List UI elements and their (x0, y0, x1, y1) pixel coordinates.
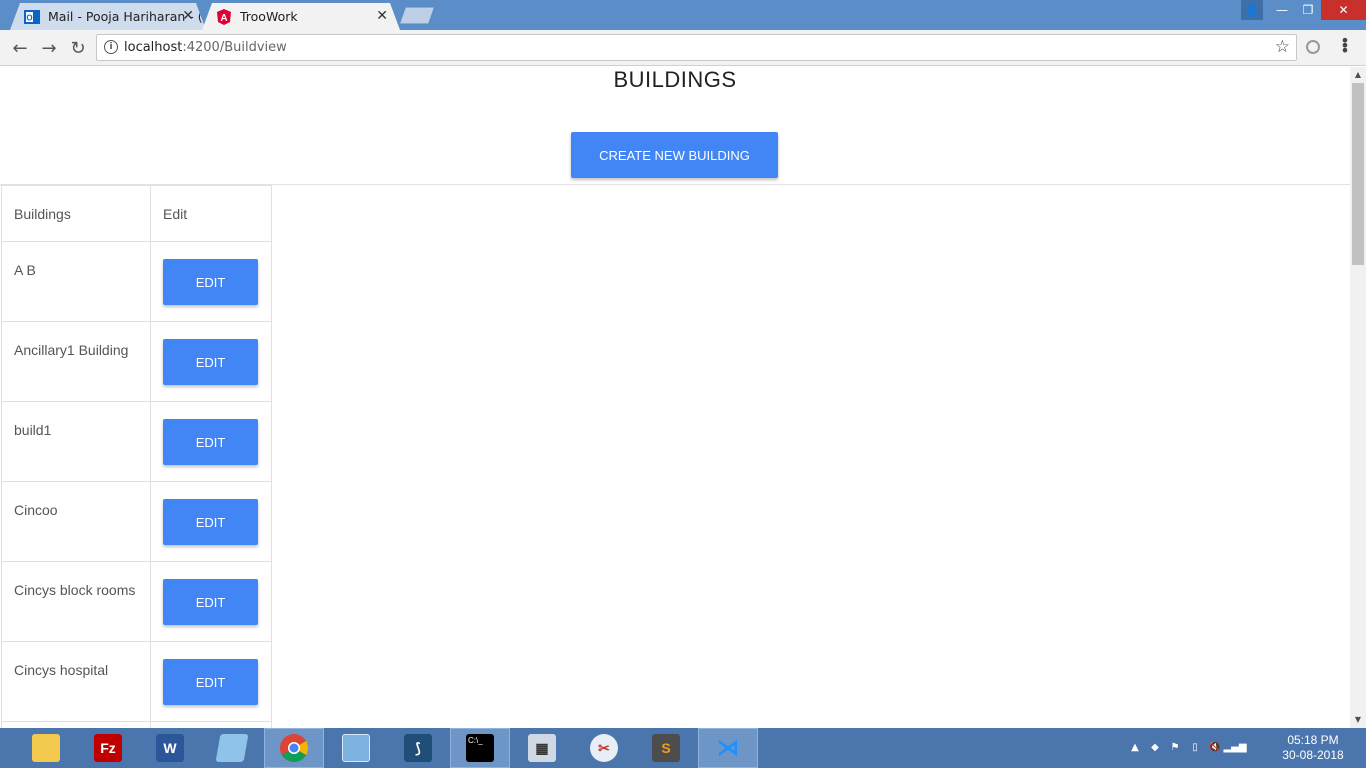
building-name-cell: Cincys hospital (1, 641, 151, 722)
tray-expand-icon[interactable]: ▲ (1128, 740, 1142, 754)
extension-icon[interactable] (1306, 40, 1320, 54)
column-header-buildings: Buildings (1, 185, 151, 242)
scroll-thumb[interactable] (1352, 83, 1364, 265)
battery-icon[interactable]: ▯ (1188, 740, 1202, 754)
tab-troowork[interactable]: A TrooWork ✕ (202, 3, 400, 30)
building-name-cell: build1 (1, 401, 151, 482)
new-tab-button[interactable] (400, 7, 434, 24)
table-row: Cincoo EDIT (1, 481, 272, 562)
vscode-icon: ⋊ (717, 735, 739, 760)
edit-button[interactable]: EDIT (163, 419, 258, 465)
tab-mail[interactable]: O Mail - Pooja Hariharan - ( ✕ (10, 3, 206, 30)
tab-mail-title: Mail - Pooja Hariharan - ( (48, 9, 203, 24)
address-bar[interactable]: i localhost:4200/Buildview ☆ (96, 34, 1297, 61)
edit-button[interactable]: EDIT (163, 659, 258, 705)
chrome-menu-icon[interactable]: • • • (1340, 33, 1350, 59)
url-host: localhost (124, 40, 183, 55)
network-signal-icon[interactable]: ▂▄▆ (1223, 740, 1246, 754)
svg-text:A: A (220, 13, 227, 24)
column-header-edit: Edit (150, 185, 272, 242)
buildings-table: Buildings Edit A B EDIT Ancillary1 Build… (1, 185, 272, 728)
info-icon[interactable]: i (104, 40, 118, 54)
taskbar-sublime-text[interactable]: S (636, 728, 696, 768)
taskbar-filezilla[interactable]: Fz (78, 728, 138, 768)
page-title: BUILDINGS (613, 67, 737, 92)
sublime-text-icon: S (652, 734, 680, 762)
scroll-up-icon[interactable]: ▲ (1350, 68, 1366, 82)
edit-button[interactable]: EDIT (163, 339, 258, 385)
svg-text:O: O (26, 14, 32, 23)
bookmark-star-icon[interactable]: ☆ (1275, 37, 1290, 57)
tray-app-icon[interactable]: ◆ (1148, 740, 1162, 754)
calculator-icon: ▦ (528, 734, 556, 762)
reload-icon[interactable]: ↻ (66, 36, 90, 60)
notepad-icon (215, 734, 249, 762)
window-close-icon[interactable]: ✕ (1321, 0, 1366, 20)
word-icon: W (156, 734, 184, 762)
building-name-cell: A B (1, 241, 151, 322)
create-new-building-button[interactable]: CREATE NEW BUILDING (571, 132, 778, 178)
taskbar-clock[interactable]: 05:18 PM 30-08-2018 (1278, 733, 1348, 763)
building-name-cell: Ancillary1 Building (1, 321, 151, 402)
building-name-cell: Cincys block rooms (1, 561, 151, 642)
restore-icon[interactable]: ❐ (1295, 0, 1321, 20)
page-content: BUILDINGS CREATE NEW BUILDING Buildings … (0, 67, 1350, 728)
table-row: A B EDIT (1, 241, 272, 322)
table-row: build1 EDIT (1, 401, 272, 482)
edit-button[interactable]: EDIT (163, 579, 258, 625)
system-tray: ▲ ◆ ⚑ ▯ 🔇 ▂▄▆ (1128, 740, 1246, 754)
edit-cell: EDIT (150, 241, 272, 322)
file-explorer-icon (32, 734, 60, 762)
taskbar-calculator[interactable]: ▦ (512, 728, 572, 768)
edit-cell: EDIT (150, 561, 272, 642)
edit-cell: EDIT (150, 321, 272, 402)
close-tab-icon[interactable]: ✕ (182, 8, 194, 24)
filezilla-icon: Fz (94, 734, 122, 762)
taskbar-vscode[interactable]: ⋊ (698, 728, 758, 768)
edit-button[interactable]: EDIT (163, 499, 258, 545)
edit-cell: EDIT (150, 401, 272, 482)
windows-taskbar: Fz W ⟆ C:\_ ▦ ✂ S ⋊ ▲ ◆ ⚑ ▯ 🔇 ▂▄▆ 05:18 … (0, 728, 1366, 768)
tab-troowork-title: TrooWork (240, 9, 298, 24)
angular-icon: A (216, 9, 232, 25)
url-path: :4200/Buildview (182, 40, 287, 55)
scroll-down-icon[interactable]: ▼ (1350, 713, 1366, 727)
taskbar-word[interactable]: W (140, 728, 200, 768)
table-row: Ancillary1 Building EDIT (1, 321, 272, 402)
taskbar-notepad[interactable] (202, 728, 262, 768)
mysql-workbench-icon: ⟆ (404, 734, 432, 762)
taskbar-snipping-tool[interactable]: ✂ (574, 728, 634, 768)
building-name-cell: Cincoo (1, 481, 151, 562)
outlook-icon: O (24, 9, 40, 25)
back-arrow-icon[interactable]: ← (8, 36, 32, 60)
cmd-icon: C:\_ (466, 734, 494, 762)
window-controls: 👤 — ❐ ✕ (1241, 0, 1366, 20)
user-icon[interactable]: 👤 (1241, 0, 1263, 20)
forward-arrow-icon[interactable]: → (37, 36, 61, 60)
taskbar-chrome[interactable] (264, 728, 324, 768)
taskbar-cmd[interactable]: C:\_ (450, 728, 510, 768)
edit-button[interactable]: EDIT (163, 259, 258, 305)
volume-mute-icon[interactable]: 🔇 (1208, 740, 1222, 754)
tray-flag-icon[interactable]: ⚑ (1168, 740, 1182, 754)
taskbar-virtualbox[interactable] (326, 728, 386, 768)
close-tab-icon[interactable]: ✕ (376, 8, 388, 24)
edit-cell: EDIT (150, 481, 272, 562)
browser-toolbar: ← → ↻ i localhost:4200/Buildview ☆ (0, 30, 1366, 66)
clock-date: 30-08-2018 (1282, 748, 1344, 762)
table-header-row: Buildings Edit (1, 185, 272, 242)
edit-cell: EDIT (150, 641, 272, 722)
clock-time: 05:18 PM (1287, 733, 1339, 747)
snipping-tool-icon: ✂ (590, 734, 618, 762)
virtualbox-icon (342, 734, 370, 762)
page-scrollbar[interactable]: ▲ ▼ (1350, 67, 1366, 728)
table-row: Cincys block rooms EDIT (1, 561, 272, 642)
url-text[interactable]: localhost:4200/Buildview (124, 40, 287, 55)
taskbar-mysql-workbench[interactable]: ⟆ (388, 728, 448, 768)
table-row: Cincys hospital EDIT (1, 641, 272, 722)
browser-tab-strip: O Mail - Pooja Hariharan - ( ✕ A TrooWor… (0, 0, 1366, 30)
taskbar-file-explorer[interactable] (16, 728, 76, 768)
chrome-icon (280, 734, 308, 762)
minimize-icon[interactable]: — (1269, 0, 1295, 20)
